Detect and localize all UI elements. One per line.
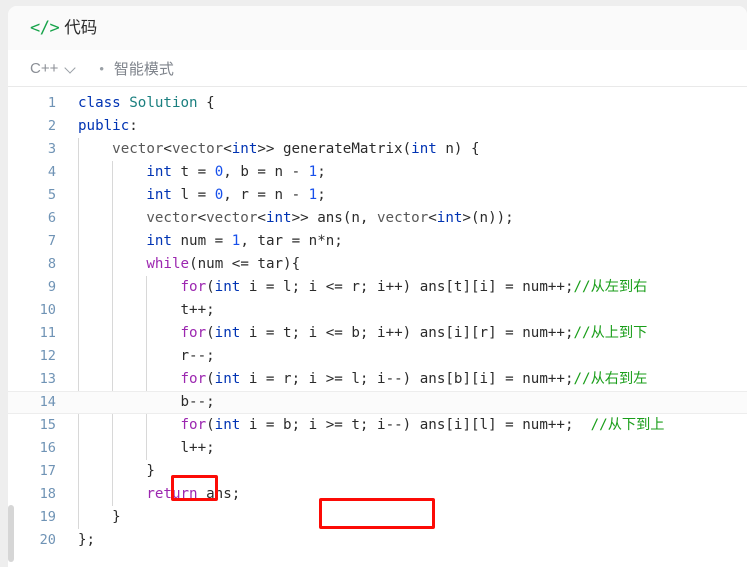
vertical-scrollbar-thumb[interactable] <box>8 505 14 562</box>
line-content: int t = 0, b = n - 1; <box>146 164 326 180</box>
line-content: b--; <box>180 394 215 410</box>
line-number: 3 <box>47 141 56 157</box>
line-number: 5 <box>47 187 56 203</box>
smart-mode-label: 智能模式 <box>113 60 174 78</box>
code-line[interactable]: 15 for(int i = b; i >= t; i--) ans[i][l]… <box>8 414 747 437</box>
code-panel-screen: </> 代码 C++ • 智能模式 1 class Solution { 2 publ… <box>0 0 747 567</box>
code-brackets-icon: </> <box>30 17 60 38</box>
line-content: vector<vector<int>> ans(n, vector<int>(n… <box>146 210 514 226</box>
code-line[interactable]: 1 class Solution { <box>8 92 747 115</box>
code-line[interactable]: 14 b--; <box>8 391 747 414</box>
line-content: while(num <= tar){ <box>146 256 301 272</box>
code-line[interactable]: 13 for(int i = r; i >= l; i--) ans[b][i]… <box>8 368 747 391</box>
line-number: 20 <box>39 532 56 548</box>
line-number: 16 <box>39 440 56 456</box>
code-line[interactable]: 11 for(int i = t; i <= b; i++) ans[i][r]… <box>8 322 747 345</box>
line-content: l++; <box>180 440 215 456</box>
line-number: 18 <box>39 486 56 502</box>
code-editor[interactable]: 1 class Solution { 2 public: 3 vector<vector… <box>8 87 747 566</box>
line-content: for(int i = r; i >= l; i--) ans[b][i] = … <box>180 371 648 387</box>
line-content: for(int i = l; i <= r; i++) ans[t][i] = … <box>180 279 648 295</box>
language-selector[interactable]: C++ <box>30 60 77 77</box>
line-number: 9 <box>47 279 56 295</box>
line-number: 15 <box>39 417 56 433</box>
line-content: t++; <box>180 302 215 318</box>
editor-toolbar: C++ • 智能模式 <box>8 50 747 87</box>
line-content: } <box>78 463 155 479</box>
line-number: 12 <box>39 348 56 364</box>
line-content: }; <box>78 532 96 548</box>
code-line[interactable]: 9 for(int i = l; i <= r; i++) ans[t][i] … <box>8 276 747 299</box>
code-lines: 1 class Solution { 2 public: 3 vector<vector… <box>8 87 747 552</box>
code-line[interactable]: 17 } <box>8 460 747 483</box>
line-number: 19 <box>39 509 56 525</box>
line-content: public: <box>78 118 138 134</box>
line-content: int l = 0, r = n - 1; <box>146 187 326 203</box>
panel-header: </> 代码 <box>8 6 747 50</box>
code-card: </> 代码 C++ • 智能模式 1 class Solution { 2 publ… <box>8 6 747 567</box>
line-number: 8 <box>47 256 56 272</box>
code-line[interactable]: 4 int t = 0, b = n - 1; <box>8 161 747 184</box>
line-content: } <box>78 509 121 525</box>
panel-title-row: </> 代码 <box>8 6 747 38</box>
line-number: 14 <box>39 394 56 410</box>
line-content: int num = 1, tar = n*n; <box>146 233 343 249</box>
line-number: 7 <box>47 233 56 249</box>
code-line[interactable]: 6 vector<vector<int>> ans(n, vector<int>… <box>8 207 747 230</box>
line-number: 11 <box>39 325 56 341</box>
line-number: 17 <box>39 463 56 479</box>
code-line[interactable]: 19 } <box>8 506 747 529</box>
line-number: 1 <box>47 95 56 111</box>
language-selector-label: C++ <box>30 59 59 77</box>
toolbar-separator-dot: • <box>99 60 104 76</box>
line-content: for(int i = t; i <= b; i++) ans[i][r] = … <box>180 325 648 341</box>
code-line[interactable]: 16 l++; <box>8 437 747 460</box>
line-number: 6 <box>47 210 56 226</box>
code-line[interactable]: 8 while(num <= tar){ <box>8 253 747 276</box>
line-number: 4 <box>47 164 56 180</box>
code-line[interactable]: 12 r--; <box>8 345 747 368</box>
line-content: vector<vector<int>> generateMatrix(int n… <box>112 141 480 157</box>
page-title: 代码 <box>64 18 98 37</box>
code-line[interactable]: 10 t++; <box>8 299 747 322</box>
line-content: class Solution { <box>78 95 215 111</box>
chevron-down-icon <box>66 63 77 74</box>
line-number: 13 <box>39 371 56 387</box>
line-content: return ans; <box>146 486 241 502</box>
code-line[interactable]: 20}; <box>8 529 747 552</box>
code-line[interactable]: 5 int l = 0, r = n - 1; <box>8 184 747 207</box>
code-line[interactable]: 18 return ans; <box>8 483 747 506</box>
line-content: for(int i = b; i >= t; i--) ans[i][l] = … <box>180 417 665 433</box>
code-line[interactable]: 7 int num = 1, tar = n*n; <box>8 230 747 253</box>
line-number: 10 <box>39 302 56 318</box>
line-number: 2 <box>47 118 56 134</box>
code-line[interactable]: 3 vector<vector<int>> generateMatrix(int… <box>8 138 747 161</box>
line-content: r--; <box>180 348 215 364</box>
code-line[interactable]: 2 public: <box>8 115 747 138</box>
